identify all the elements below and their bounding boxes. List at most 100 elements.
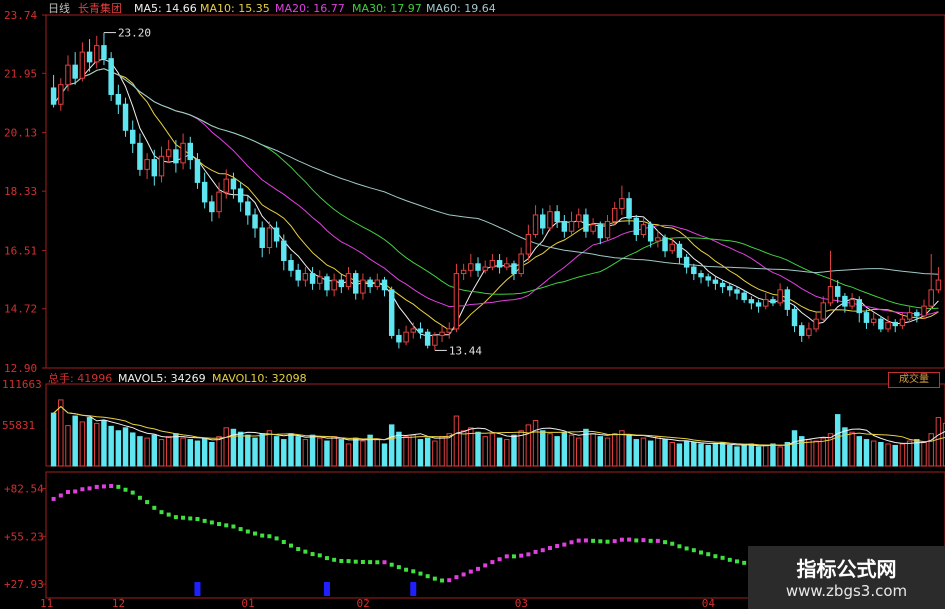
- candle: [834, 280, 841, 303]
- oscillator-point: [670, 541, 675, 546]
- candle: [94, 35, 100, 69]
- candle: [662, 234, 668, 258]
- oscillator-point: [195, 517, 200, 522]
- candle: [360, 273, 366, 300]
- volume-bar: [885, 443, 891, 467]
- stock-name: 长青集团: [78, 1, 122, 15]
- oscillator-point: [173, 515, 178, 520]
- candle: [453, 263, 460, 333]
- oscillator-point: [159, 510, 164, 515]
- candle: [806, 322, 812, 339]
- volume-bar: [108, 425, 114, 467]
- volume-bar: [273, 436, 280, 467]
- candle: [108, 52, 114, 101]
- volume-bar: [791, 430, 798, 467]
- volume-bar: [144, 437, 150, 467]
- oscillator-point: [454, 575, 459, 580]
- candle: [122, 97, 129, 137]
- oscillator-point: [418, 571, 423, 576]
- oscillator-point: [310, 552, 315, 557]
- volume-bar: [683, 440, 690, 467]
- oscillator-point: [569, 540, 574, 545]
- oscillator-point: [130, 490, 135, 495]
- volume-bar: [727, 444, 733, 467]
- oscillator-point: [202, 518, 207, 523]
- candle: [496, 254, 503, 274]
- volume-bar: [626, 434, 632, 467]
- candle: [158, 146, 165, 183]
- oscillator-point: [663, 540, 668, 545]
- x-axis-labels: 11 12 01 02 03 04: [40, 597, 715, 609]
- candle: [468, 254, 474, 277]
- candle: [424, 328, 431, 349]
- volume-bar: [302, 439, 309, 467]
- candlesticks: [50, 32, 942, 351]
- volume-bar: [511, 434, 517, 467]
- volume-bar: [309, 434, 316, 467]
- oscillator-point: [526, 552, 531, 557]
- candle: [504, 257, 510, 271]
- price-tick-label: 18.33: [4, 185, 37, 198]
- volume-bar: [266, 430, 273, 467]
- oscillator-point: [619, 537, 624, 542]
- candle: [719, 280, 726, 294]
- candle: [151, 149, 158, 186]
- volume-bar: [820, 437, 827, 467]
- oscillator-point: [699, 550, 704, 555]
- candle: [633, 214, 640, 241]
- candle: [417, 322, 424, 339]
- oscillator-point: [461, 572, 466, 577]
- volume-bar: [870, 440, 877, 467]
- candle: [201, 172, 208, 209]
- oscillator-point: [447, 578, 452, 583]
- volume-indicator-button[interactable]: 成交量: [888, 372, 940, 388]
- oscillator-point: [375, 560, 380, 565]
- oscillator-point: [533, 549, 538, 554]
- volume-bar: [101, 419, 107, 467]
- volume-bar: [165, 436, 172, 467]
- volume-bar: [65, 425, 71, 467]
- volume-title: 总手: 41996: [48, 371, 112, 385]
- volume-bar: [568, 434, 575, 467]
- volume-bar: [115, 430, 122, 467]
- oscillator-point: [404, 567, 409, 572]
- candle: [777, 283, 783, 307]
- oscillator-point: [476, 566, 481, 571]
- oscillator-point: [87, 486, 92, 491]
- oscillator-point: [109, 484, 114, 488]
- volume-bar: [806, 439, 812, 467]
- candle: [173, 140, 179, 173]
- oscillator-y-axis: +82.54 +55.23 +27.93: [4, 483, 46, 591]
- volume-bar: [878, 442, 884, 467]
- candle: [770, 296, 776, 307]
- oscillator-point: [713, 554, 718, 559]
- x-tick-label: 02: [357, 597, 370, 609]
- x-tick-label: 12: [112, 597, 125, 609]
- candle: [396, 328, 402, 349]
- candle: [547, 205, 553, 232]
- volume-bar: [914, 439, 920, 467]
- volume-bar: [935, 417, 942, 467]
- candle: [137, 133, 143, 176]
- volume-bar: [619, 430, 625, 467]
- candle: [698, 270, 704, 284]
- oscillator-tick-label: +55.23: [4, 530, 44, 543]
- candle: [302, 267, 309, 287]
- moving-average-lines: [53, 58, 939, 337]
- price-tick-label: 20.13: [4, 127, 37, 140]
- candle: [446, 322, 452, 339]
- volume-bar: [899, 443, 906, 467]
- oscillator-point: [296, 547, 301, 552]
- volume-bar: [691, 442, 697, 467]
- candle: [345, 267, 352, 290]
- x-tick-label: 04: [702, 597, 716, 609]
- oscillator-point: [137, 495, 142, 500]
- oscillator-point: [497, 557, 502, 562]
- candle: [65, 55, 71, 92]
- candle: [568, 211, 575, 235]
- candle: [626, 192, 632, 225]
- volume-bar: [482, 436, 488, 467]
- candle: [748, 296, 755, 310]
- candle: [583, 208, 589, 238]
- volume-bar: [906, 440, 913, 467]
